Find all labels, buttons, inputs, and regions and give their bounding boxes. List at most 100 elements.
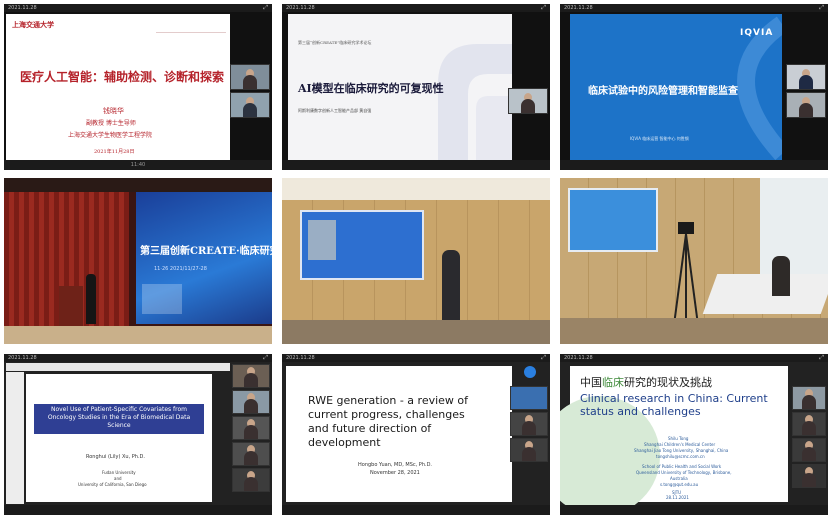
tile-top-bar: 2021.11.28 ⤢: [282, 354, 550, 362]
video-tile-7[interactable]: 2021.11.28 ⤢ Novel Use of Patient-Specifi…: [4, 354, 272, 515]
pdf-toolbar: [6, 363, 230, 371]
slide-header: 第三届“创新CREATE”临床研究学术论坛: [298, 40, 372, 45]
attendee-figure: [772, 256, 790, 296]
email-2: s.tong@qut.edu.au: [660, 482, 699, 487]
title-cn-part-c: 研究的现状及挑战: [624, 376, 712, 389]
participant-thumbnail[interactable]: [232, 416, 270, 440]
affiliation-1: Fudan University: [102, 470, 136, 475]
presenter-photo: [308, 220, 336, 260]
slide-title: AI模型在临床研究的可复现性: [298, 82, 444, 95]
participant-thumbnail[interactable]: [510, 412, 548, 436]
tile-top-bar: 2021.11.28 ⤢: [560, 354, 828, 362]
window: [760, 178, 828, 288]
table-with-laptops: [702, 274, 828, 314]
speaker-figure: [442, 250, 460, 322]
participant-thumbnail[interactable]: [510, 386, 548, 410]
participant-thumbnail[interactable]: [792, 386, 826, 410]
tile-bottom-bar: [560, 160, 828, 170]
banner-title: 第三届创新CREATE·临床研究学术论坛: [140, 246, 272, 257]
title-cn-part-a: 中国: [580, 376, 602, 389]
expand-icon[interactable]: ⤢: [819, 355, 824, 361]
video-tile-3[interactable]: 2021.11.28 ⤢ IQVIA 临床试验中的风险管理和智能监查 IQVIA …: [560, 4, 828, 170]
expand-icon[interactable]: ⤢: [819, 5, 824, 11]
carpet: [282, 320, 550, 344]
speaker-thumbnail[interactable]: [508, 88, 548, 114]
affiliation-2: and: [114, 476, 122, 481]
slide-subtitle: IQVIA 临床运营 智能中心 何胜钢: [630, 136, 689, 141]
tile-top-bar: 2021.11.28 ⤢: [282, 4, 550, 12]
title-cn-part-b: 临床: [602, 376, 624, 389]
author: Ronghui (Lily) Xu, Ph.D.: [86, 454, 145, 460]
slide: 上海交通大学 医疗人工智能：辅助检测、诊断和探索 钱晓华 副教授 博士生导师 上…: [6, 14, 230, 160]
video-tile-8[interactable]: 2021.11.28 ⤢ RWE generation - a review of…: [282, 354, 550, 515]
author: Hongbo Yuan, MD, MSc, Ph.D.: [358, 462, 433, 468]
record-icon[interactable]: [524, 366, 536, 378]
org-5: Australia: [670, 476, 688, 481]
lectern: [59, 286, 83, 326]
pdf-sidebar: [6, 372, 24, 504]
speaker-thumbnail[interactable]: [230, 64, 270, 90]
participant-thumbnail[interactable]: [510, 438, 548, 462]
participant-thumbnail[interactable]: [792, 438, 826, 462]
participant-thumbnail[interactable]: [232, 442, 270, 466]
slide-title: RWE generation - a review of current pro…: [308, 394, 469, 449]
university-logo: 上海交通大学: [12, 20, 54, 29]
photo-tile-camera-setup: [560, 178, 828, 344]
iqvia-logo: IQVIA: [740, 28, 774, 38]
footer-2: 28.11.2021: [666, 495, 689, 500]
tile-bottom-bar: [282, 505, 550, 515]
participant-thumbnail[interactable]: [786, 64, 826, 90]
title-cn: 中国临床研究的现状及挑战: [580, 374, 712, 390]
expand-icon[interactable]: ⤢: [263, 355, 268, 361]
speaker-figure: [86, 274, 96, 324]
projected-slide: [300, 210, 424, 280]
participant-thumbnail[interactable]: [230, 92, 270, 118]
title-en: Clinical research in China: Current stat…: [580, 392, 768, 418]
tile-bottom-bar: 11:40: [4, 160, 272, 170]
expand-icon[interactable]: ⤢: [263, 5, 268, 11]
video-tile-1[interactable]: 2021.11.28 ⤢ 上海交通大学 医疗人工智能：辅助检测、诊断和探索 钱晓华…: [4, 4, 272, 170]
projected-slide: [568, 188, 658, 252]
stage-screen: 第三届创新CREATE·临床研究学术论坛 11·26 2021/11/27-28: [136, 192, 272, 324]
slide: 第三届“创新CREATE”临床研究学术论坛 AI模型在临床研究的可复现性 阿斯利…: [288, 14, 512, 160]
participant-thumbnail[interactable]: [792, 412, 826, 436]
campus-drawing: [156, 18, 226, 33]
slide: RWE generation - a review of current pro…: [286, 366, 512, 502]
tile-top-bar: 2021.11.28 ⤢: [4, 354, 272, 362]
org-1: Shanghai Children's Medical Center: [644, 442, 716, 447]
participant-thumbnail[interactable]: [232, 468, 270, 492]
photo-tile-venue-stage: 第三届创新CREATE·临床研究学术论坛 11·26 2021/11/27-28: [4, 178, 272, 344]
ceiling: [4, 178, 272, 192]
ceiling: [282, 178, 550, 200]
tile-bottom-bar: [282, 160, 550, 170]
org-4: Queensland University of Technology, Bri…: [636, 470, 732, 475]
date: November 28, 2021: [370, 470, 420, 476]
tile-bottom-bar: [4, 505, 272, 515]
slide: Novel Use of Patient-Specific Covariates…: [26, 374, 212, 502]
video-tile-9[interactable]: 2021.11.28 ⤢ 中国临床研究的现状及挑战 Clinical resear…: [560, 354, 828, 515]
floor: [560, 318, 828, 344]
expand-icon[interactable]: ⤢: [541, 5, 546, 11]
photo-tile-meeting-room: [282, 178, 550, 344]
slide-title: 临床试验中的风险管理和智能监查: [588, 86, 738, 97]
participant-thumbnail[interactable]: [232, 390, 270, 414]
banner-date: 11·26 2021/11/27-28: [154, 266, 207, 272]
participant-thumbnail[interactable]: [786, 92, 826, 118]
presenter-name: Shilu Tong: [668, 436, 689, 441]
slide-date: 2021年11月28日: [94, 149, 135, 155]
org-2: Shanghai Jiao Tong University, Shanghai,…: [634, 448, 729, 453]
participant-thumbnail[interactable]: [232, 364, 270, 388]
stage-floor: [4, 326, 272, 344]
email-1: tongshilu@scmc.com.cn: [656, 454, 705, 459]
slide-title: Novel Use of Patient-Specific Covariates…: [47, 406, 191, 429]
video-tile-2[interactable]: 2021.11.28 ⤢ 第三届“创新CREATE”临床研究学术论坛 AI模型在临…: [282, 4, 550, 170]
tile-top-bar: 2021.11.28 ⤢: [560, 4, 828, 12]
banner-info-panel: [142, 284, 182, 314]
slide: IQVIA 临床试验中的风险管理和智能监查 IQVIA 临床运营 智能中心 何胜…: [570, 14, 782, 160]
slide-subtitle: 阿斯利康数字创新人工智能产品部 黄自强: [298, 108, 372, 113]
slide-title: 医疗人工智能：辅助检测、诊断和探索: [20, 70, 225, 84]
tile-top-bar: 2021.11.28 ⤢: [4, 4, 272, 12]
expand-icon[interactable]: ⤢: [541, 355, 546, 361]
speaker-name: 钱晓华: [103, 107, 124, 115]
participant-thumbnail[interactable]: [792, 464, 826, 488]
